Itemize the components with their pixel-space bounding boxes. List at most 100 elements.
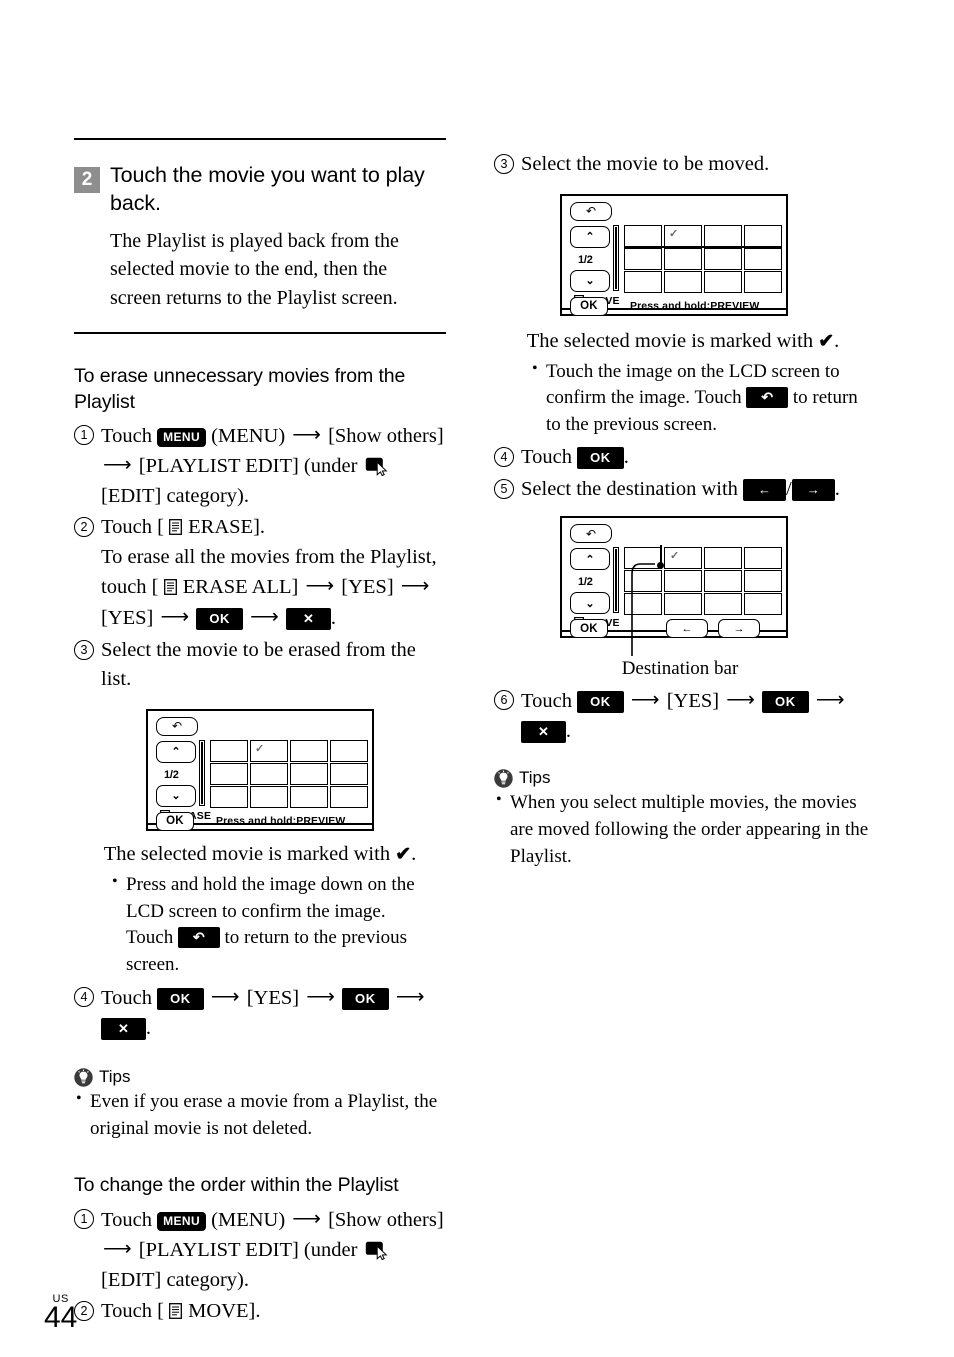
back-button-glyph[interactable]: ↶ — [746, 387, 789, 409]
back-arrow-icon: ↶ — [171, 719, 183, 734]
lcd-page-indicator: 1/2 — [164, 768, 179, 781]
selected-check-icon: ✓ — [670, 550, 680, 563]
erase-step-3: 3 Select the movie to be erased from the… — [74, 636, 446, 695]
lcd-thumbnail[interactable] — [704, 570, 742, 593]
lcd-thumbnail[interactable] — [744, 224, 782, 247]
lcd-thumbnail[interactable] — [704, 247, 742, 270]
lcd-down-button[interactable]: ⌄ — [570, 592, 610, 615]
lcd-back-button[interactable]: ↶ — [570, 201, 612, 221]
lcd-thumbnail[interactable] — [664, 593, 702, 616]
lcd-thumbnail[interactable] — [624, 270, 662, 293]
lcd-thumbnail[interactable] — [290, 785, 328, 808]
lcd-thumbnail[interactable]: ✓ — [664, 547, 702, 570]
lcd-thumbnail[interactable] — [624, 224, 662, 247]
lcd-thumbnail[interactable] — [330, 762, 368, 785]
lcd-thumbnail[interactable] — [744, 570, 782, 593]
chevron-up-icon: ⌃ — [585, 231, 595, 244]
lcd-thumbnail[interactable] — [330, 739, 368, 762]
lcd-thumbnail[interactable] — [744, 270, 782, 293]
lcd-scrollbar[interactable] — [613, 547, 619, 614]
lcd-thumbnail[interactable] — [704, 270, 742, 293]
lcd-thumbnail[interactable] — [250, 785, 288, 808]
erase-step-1: 1 Touch MENU (MENU) ⟶ [Show others] ⟶ [P… — [74, 421, 446, 512]
arrow-icon: ⟶ — [103, 454, 132, 477]
lcd-thumbnail[interactable]: ✓ — [664, 224, 702, 247]
ok-button-glyph[interactable]: OK — [157, 988, 204, 1011]
erase-step-4-text-a: Touch — [101, 987, 152, 1010]
ok-button-glyph[interactable]: OK — [762, 691, 809, 714]
lcd-right-button[interactable]: → — [718, 619, 760, 639]
move-step-6-list: 6 Touch OK ⟶ [YES] ⟶ OK ⟶ ✕. — [494, 686, 872, 746]
lcd-back-button[interactable]: ↶ — [156, 716, 198, 736]
move-step-2-label: MOVE]. — [188, 1300, 261, 1323]
close-button-glyph[interactable]: ✕ — [101, 1017, 146, 1040]
lcd-thumbnail[interactable] — [290, 739, 328, 762]
lcd-thumbnail[interactable] — [624, 247, 662, 270]
lcd-thumbnail[interactable] — [624, 593, 662, 616]
erase-step-2-text-a: Touch [ — [101, 516, 164, 539]
ok-button-glyph[interactable]: OK — [577, 691, 624, 714]
erase-steps-list: 1 Touch MENU (MENU) ⟶ [Show others] ⟶ [P… — [74, 421, 446, 695]
close-button-glyph[interactable]: ✕ — [521, 720, 566, 743]
lcd-thumbnail[interactable] — [704, 547, 742, 570]
menu-button-glyph[interactable]: MENU — [157, 1211, 207, 1231]
close-button-glyph[interactable]: ✕ — [285, 607, 331, 630]
menu-button-glyph[interactable]: MENU — [157, 427, 207, 447]
lcd-thumbnail[interactable] — [744, 593, 782, 616]
arrow-icon: ⟶ — [630, 689, 660, 712]
arrow-icon: ⟶ — [210, 986, 240, 1009]
step-marker-4: 4 — [74, 987, 94, 1008]
back-arrow-icon: ↶ — [585, 204, 597, 219]
lcd-back-button[interactable]: ↶ — [570, 524, 612, 544]
chevron-up-icon: ⌃ — [585, 553, 595, 566]
back-button-glyph[interactable]: ↶ — [177, 927, 220, 949]
lcd-scrollbar[interactable] — [613, 224, 619, 291]
lcd-ok-button[interactable]: OK — [156, 811, 194, 831]
right-arrow-button-glyph[interactable]: → — [791, 478, 835, 501]
step-marker-3: 3 — [74, 639, 94, 660]
lcd-thumbnail[interactable] — [250, 762, 288, 785]
lcd-thumbnail[interactable] — [664, 570, 702, 593]
page-number: 44 — [44, 1301, 78, 1334]
lcd-thumbnail[interactable] — [744, 547, 782, 570]
lcd-thumbnail[interactable] — [330, 785, 368, 808]
lcd-thumbnail[interactable] — [210, 762, 248, 785]
erase-step-2: 2 Touch [ ERASE]. To erase all the movie… — [74, 513, 446, 633]
lcd-diagram-erase: ↶ ⌃ 1/2 ⌄ ✓ OK Press and hold:PREVIEW — [146, 708, 374, 831]
lcd-thumbnail[interactable] — [664, 247, 702, 270]
move-step-5-text-a: Select the destination with — [521, 477, 738, 500]
move-step-2-text-a: Touch [ — [101, 1300, 164, 1323]
lcd-scrollbar-thumb — [201, 741, 203, 804]
lcd-thumbnail[interactable] — [290, 762, 328, 785]
lcd-up-button[interactable]: ⌃ — [570, 548, 610, 571]
left-arrow-button-glyph[interactable]: ← — [743, 478, 787, 501]
lcd-down-button[interactable]: ⌄ — [570, 269, 610, 292]
lcd-thumbnail[interactable] — [210, 739, 248, 762]
lcd-thumbnail[interactable] — [704, 593, 742, 616]
step-marker-6: 6 — [494, 690, 514, 711]
ok-button-glyph[interactable]: OK — [196, 607, 244, 630]
lcd-thumbnail[interactable] — [210, 785, 248, 808]
lcd-ok-button[interactable]: OK — [570, 619, 608, 639]
lightbulb-icon — [74, 1068, 93, 1087]
lcd-thumbnail[interactable]: ✓ — [250, 739, 288, 762]
check-icon: ✔ — [395, 843, 412, 865]
lcd-thumbnail[interactable] — [664, 270, 702, 293]
lcd-down-button[interactable]: ⌄ — [156, 784, 196, 807]
lcd-thumbnail[interactable] — [704, 224, 742, 247]
move-step-3-list: 3 Select the movie to be moved. — [494, 150, 872, 180]
step-2-block: 2 Touch the movie you want to play back. — [74, 162, 446, 217]
lcd-up-button[interactable]: ⌃ — [156, 740, 196, 763]
lcd-scrollbar[interactable] — [199, 739, 205, 806]
lcd-left-button[interactable]: ← — [666, 619, 708, 639]
step-marker-2: 2 — [74, 517, 94, 538]
ok-button-glyph[interactable]: OK — [342, 988, 389, 1011]
arrow-icon: ⟶ — [250, 605, 279, 628]
ok-button-glyph[interactable]: OK — [577, 447, 624, 470]
erase-step-2-label: ERASE]. — [188, 516, 266, 539]
lcd-up-button[interactable]: ⌃ — [570, 225, 610, 248]
move-steps-45-list: 4 Touch OK. 5 Select the destination wit… — [494, 443, 872, 504]
lcd-thumbnail[interactable] — [624, 570, 662, 593]
lcd-thumbnail[interactable] — [744, 247, 782, 270]
lcd-ok-button[interactable]: OK — [570, 296, 608, 316]
